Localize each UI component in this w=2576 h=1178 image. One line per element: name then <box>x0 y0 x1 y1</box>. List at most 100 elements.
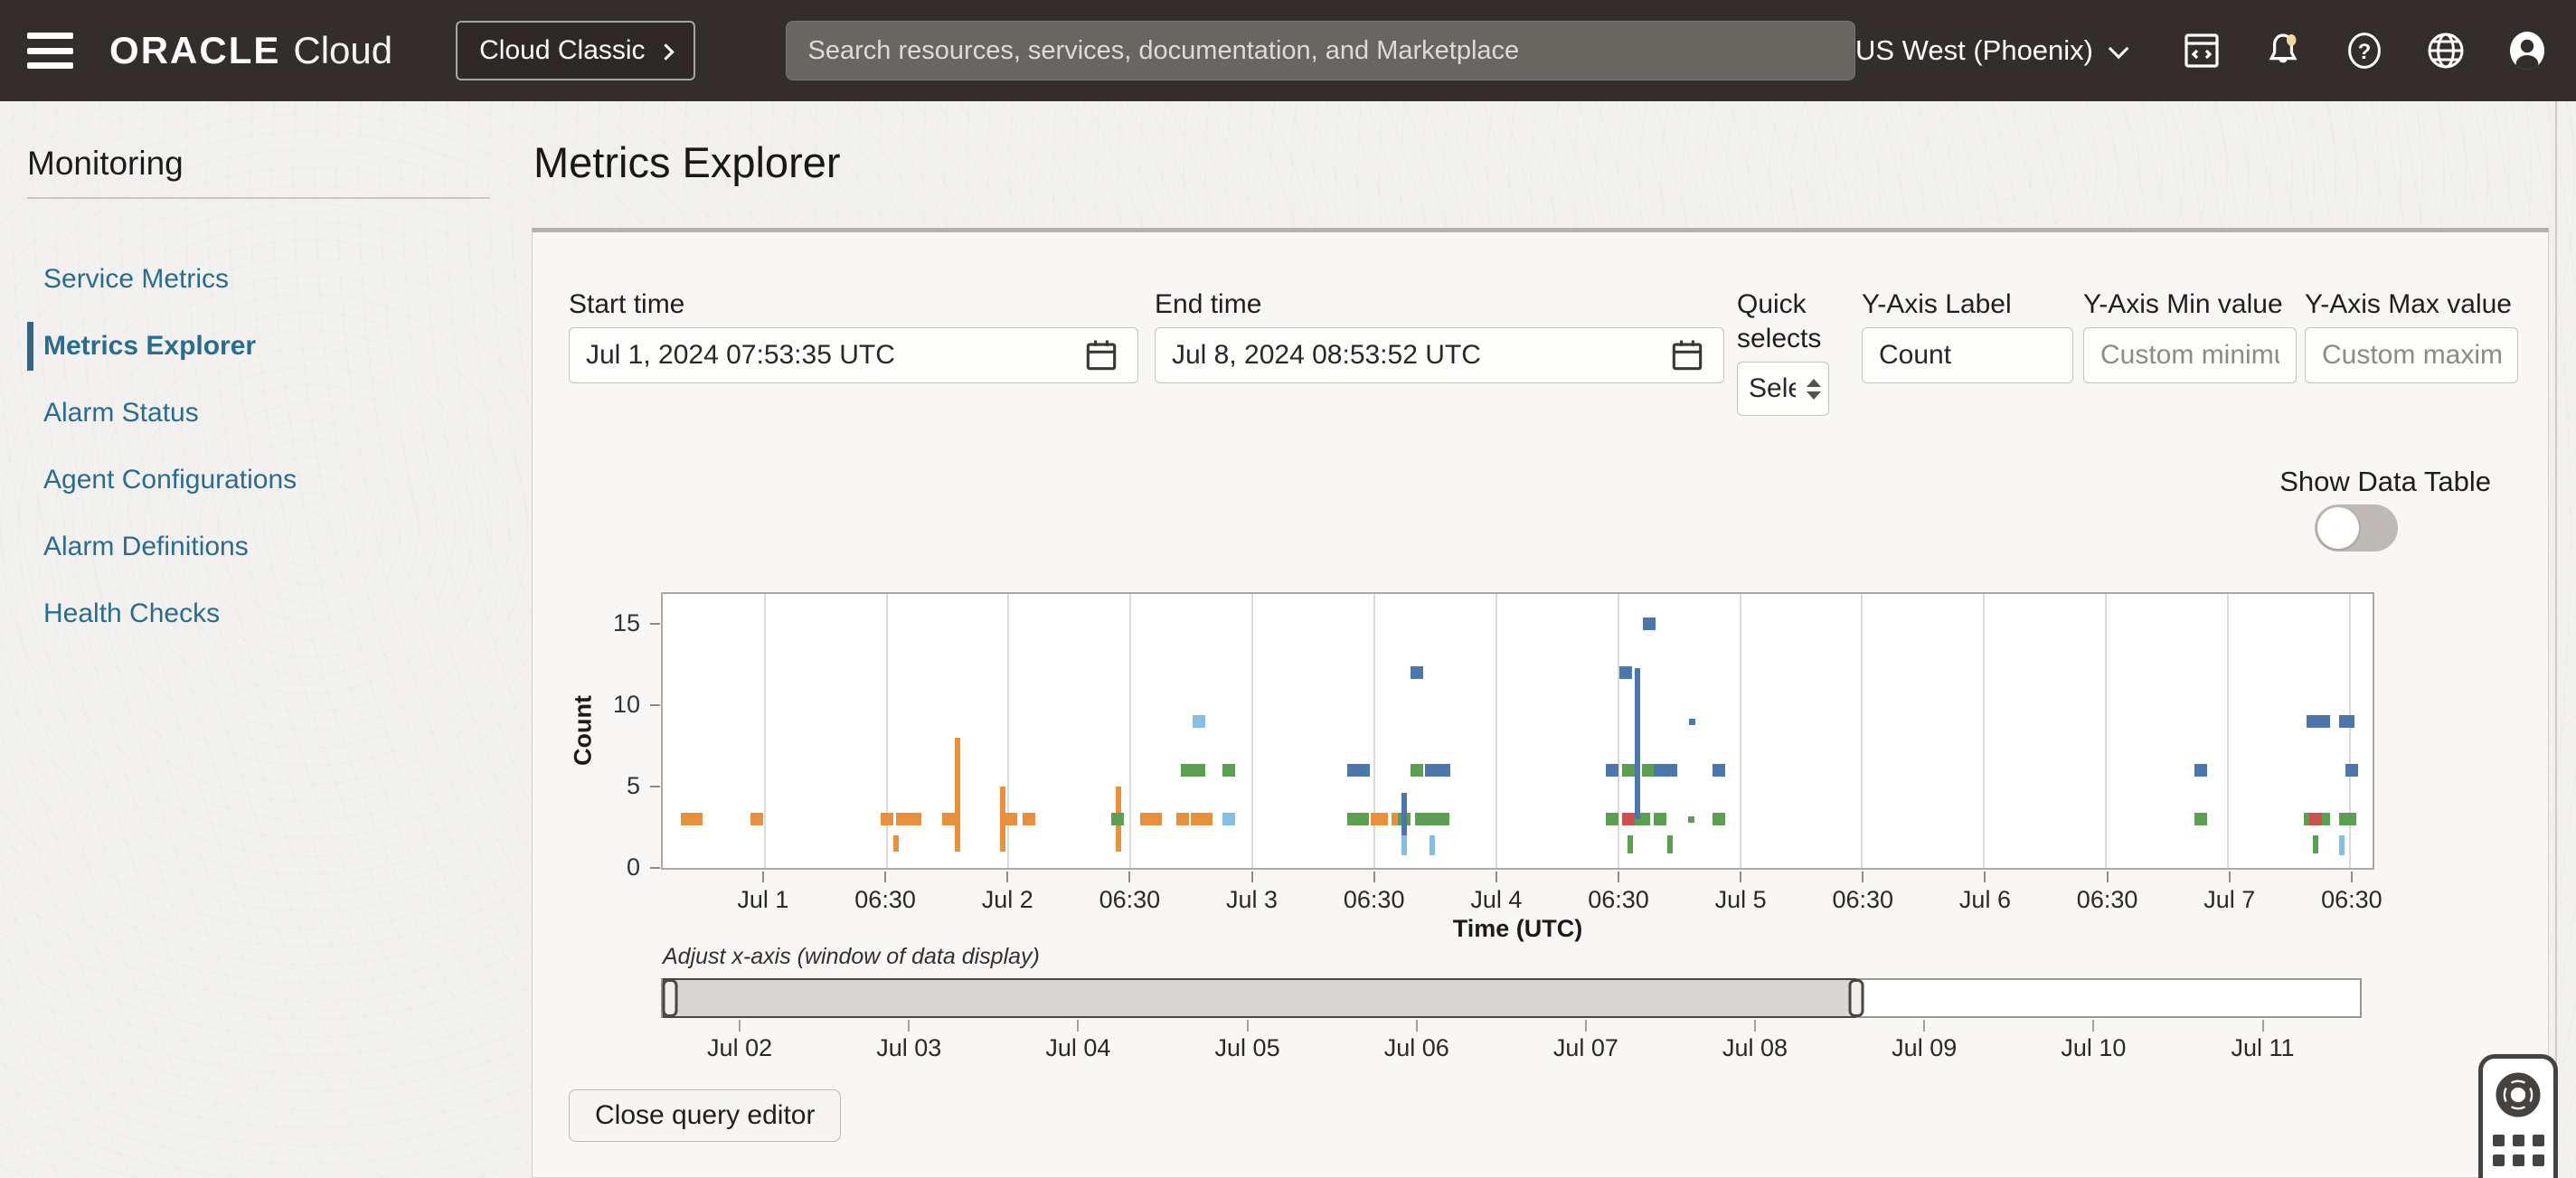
y-axis-label-input[interactable] <box>1879 340 2056 371</box>
slider-tick-label: Jul 10 <box>2061 1034 2126 1062</box>
y-axis-min-input[interactable] <box>2100 340 2279 371</box>
data-spike-orange <box>955 738 960 852</box>
region-selector[interactable]: US West (Phoenix) <box>1855 34 2124 67</box>
chart-x-axis-title: Time (UTC) <box>661 915 2374 943</box>
range-slider-window[interactable] <box>663 978 1856 1018</box>
hamburger-menu-icon[interactable] <box>27 33 73 69</box>
floating-assistant-widget <box>2478 1054 2558 1178</box>
sidebar-item-metrics-explorer[interactable]: Metrics Explorer <box>0 313 506 380</box>
help-icon[interactable]: ? <box>2343 29 2386 72</box>
data-point-orange <box>896 813 909 825</box>
x-tick-label: 06:30 <box>1588 886 1649 914</box>
end-time-label: End time <box>1155 287 1261 322</box>
quick-selects-dropdown[interactable]: Select <box>1737 362 1829 416</box>
data-point-steel-blue <box>2339 715 2354 728</box>
sidebar-item-label: Metrics Explorer <box>43 331 256 361</box>
x-tick-mark <box>2107 872 2109 882</box>
x-tick-label: 06:30 <box>2321 886 2383 914</box>
data-point-steel-blue <box>1643 617 1656 630</box>
y-tick-mark <box>650 786 660 787</box>
y-axis-max-field <box>2305 327 2518 383</box>
data-point-orange <box>1371 813 1388 825</box>
data-point-orange <box>1023 813 1035 825</box>
avatar-icon[interactable] <box>2505 29 2549 72</box>
data-point-steel-blue <box>1411 666 1423 679</box>
region-label: US West (Phoenix) <box>1855 34 2093 67</box>
calendar-icon[interactable] <box>1667 335 1707 375</box>
sidebar-item-service-metrics[interactable]: Service Metrics <box>0 246 506 313</box>
gridline <box>764 594 766 868</box>
sidebar-item-health-checks[interactable]: Health Checks <box>0 580 506 647</box>
chevron-down-icon <box>2109 39 2129 60</box>
header-icons: ? <box>2180 29 2549 72</box>
range-slider-left-handle[interactable] <box>662 979 677 1017</box>
globe-icon[interactable] <box>2424 29 2467 72</box>
notification-badge <box>2287 34 2296 46</box>
quick-selects-label: Quick selects <box>1737 287 1864 356</box>
y-axis-max-label: Y-Axis Max value <box>2305 287 2512 322</box>
data-point-orange <box>1176 813 1189 825</box>
bell-icon[interactable] <box>2261 29 2305 72</box>
top-navigation-bar: ORACLE Cloud Cloud Classic US West (Phoe… <box>0 0 2576 101</box>
slider-tick-label: Jul 08 <box>1722 1034 1788 1062</box>
cloud-shell-icon[interactable] <box>2180 29 2223 72</box>
app-grid-icon[interactable] <box>2493 1135 2544 1166</box>
slider-tick-label: Jul 06 <box>1384 1034 1449 1062</box>
close-query-editor-button[interactable]: Close query editor <box>569 1089 841 1142</box>
x-tick-label: 06:30 <box>1833 886 1894 914</box>
adjust-x-axis-label: Adjust x-axis (window of data display) <box>663 944 1040 970</box>
sidebar-item-agent-configurations[interactable]: Agent Configurations <box>0 447 506 514</box>
spinner-arrows-icon <box>1807 379 1821 400</box>
show-data-table-toggle[interactable] <box>2315 504 2398 551</box>
end-time-input[interactable] <box>1172 340 1660 371</box>
y-axis-label-field <box>1862 327 2073 383</box>
help-life-ring-icon[interactable] <box>2493 1070 2543 1120</box>
data-point-steel-blue <box>1425 764 1438 777</box>
data-spike-light-blue <box>1401 835 1407 855</box>
data-point-orange <box>881 813 893 825</box>
start-time-input[interactable] <box>586 340 1074 371</box>
y-axis-max-input[interactable] <box>2322 340 2501 371</box>
range-slider-right-handle[interactable] <box>1848 979 1864 1017</box>
y-tick-label: 0 <box>586 853 640 881</box>
sidebar-item-alarm-status[interactable]: Alarm Status <box>0 380 506 447</box>
data-point-green <box>1437 813 1449 825</box>
data-point-green <box>2194 813 2207 825</box>
sidebar-item-label: Health Checks <box>43 598 220 628</box>
x-tick-label: Jul 2 <box>982 886 1033 914</box>
x-axis-range-slider[interactable] <box>661 978 2362 1018</box>
gridline <box>1373 594 1375 868</box>
data-point-green <box>1193 764 1205 777</box>
search-input[interactable] <box>786 21 1855 80</box>
cloud-classic-button[interactable]: Cloud Classic <box>456 21 694 80</box>
sidebar-item-alarm-definitions[interactable]: Alarm Definitions <box>0 514 506 580</box>
x-tick-mark <box>2229 872 2231 882</box>
sidebar-nav: Service Metrics Metrics Explorer Alarm Sta… <box>0 246 506 647</box>
data-point-red <box>2309 813 2322 825</box>
x-tick-mark <box>1862 872 1864 882</box>
data-spike-green <box>1628 835 1633 853</box>
sidebar-divider <box>27 197 490 199</box>
header-right: US West (Phoenix) <box>1855 29 2549 72</box>
x-tick-mark <box>1984 872 1986 882</box>
slider-tick-mark <box>739 1020 741 1032</box>
data-point-orange <box>690 813 703 825</box>
x-tick-mark <box>1740 872 1741 882</box>
chart-plot <box>661 592 2374 870</box>
slider-tick-mark <box>1416 1020 1418 1032</box>
data-point-orange <box>1200 813 1213 825</box>
gridline <box>1983 594 1985 868</box>
gridline <box>1618 594 1619 868</box>
data-point-steel-blue <box>1665 764 1677 777</box>
x-tick-label: Jul 6 <box>1959 886 2011 914</box>
data-spike-light-blue <box>1430 835 1435 855</box>
gridline <box>1007 594 1009 868</box>
data-point-green <box>1411 764 1423 777</box>
slider-tick-label: Jul 05 <box>1215 1034 1280 1062</box>
gridline <box>2105 594 2107 868</box>
y-axis-min-label: Y-Axis Min value <box>2083 287 2283 322</box>
calendar-icon[interactable] <box>1081 335 1121 375</box>
oracle-cloud-logo[interactable]: ORACLE Cloud <box>109 29 392 72</box>
svg-text:?: ? <box>2358 40 2372 64</box>
gridline <box>2349 594 2351 868</box>
